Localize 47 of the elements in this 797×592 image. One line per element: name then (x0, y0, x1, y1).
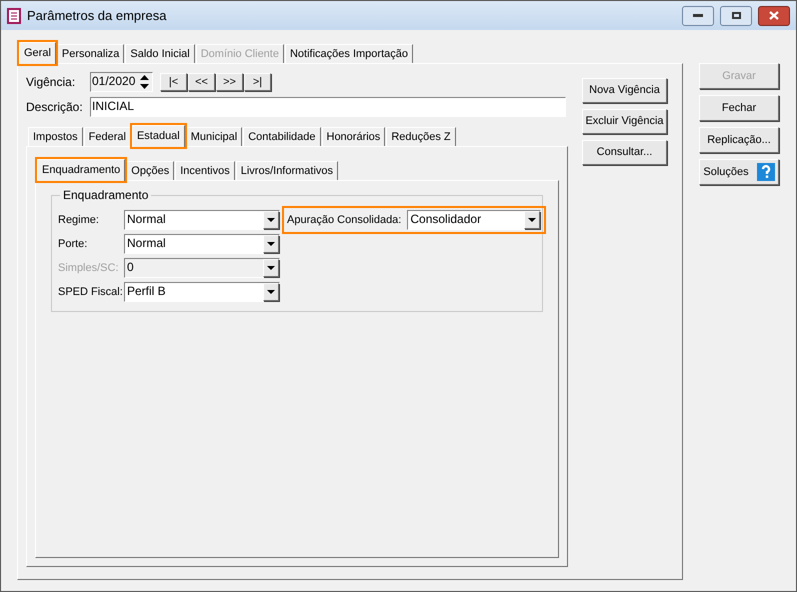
document-icon (7, 8, 21, 24)
dropdown-field[interactable]: Normal (124, 210, 280, 230)
close-button[interactable] (758, 6, 790, 26)
tab[interactable]: Federal (84, 127, 131, 146)
vigencia-label: Vigência: (26, 74, 76, 91)
descricao-label: Descrição: (26, 99, 84, 116)
vigencia-button[interactable]: Consultar... (582, 140, 667, 165)
navigation-button[interactable]: >| (244, 73, 271, 91)
tab[interactable]: Impostos (28, 127, 83, 146)
navigation-button[interactable]: |< (160, 73, 187, 91)
action-button[interactable]: Replicação... (699, 127, 779, 153)
field-label: Porte: (58, 236, 88, 252)
solutions-button[interactable]: Soluções (699, 159, 779, 185)
tab[interactable]: Honorários (322, 127, 386, 146)
navigation-button[interactable]: << (188, 73, 215, 91)
description-field[interactable]: INICIAL (90, 97, 566, 117)
vigencia-button[interactable]: Nova Vigência (582, 78, 667, 103)
minimize-button[interactable] (682, 6, 714, 26)
window-title: Parâmetros da empresa (27, 6, 168, 25)
action-button[interactable]: Fechar (699, 95, 779, 121)
tab[interactable]: Geral (19, 42, 56, 64)
field-label: Apuração Consolidada: (287, 212, 402, 228)
tab[interactable]: Opções (126, 161, 174, 180)
tab[interactable]: Enquadramento (37, 159, 126, 181)
dropdown-field[interactable]: Consolidador (407, 210, 542, 230)
field-label: Regime: (58, 212, 100, 228)
tab[interactable]: Reduções Z (386, 127, 456, 146)
tab[interactable]: Incentivos (175, 161, 235, 180)
tab[interactable]: Livros/Informativos (236, 161, 338, 180)
tab[interactable]: Saldo Inicial (125, 44, 195, 63)
dropdown-field[interactable]: Normal (124, 234, 280, 254)
spinner-icon[interactable] (137, 73, 152, 91)
field-label: Simples/SC: (58, 260, 120, 276)
maximize-button[interactable] (720, 6, 752, 26)
group-title: Enquadramento (60, 188, 152, 202)
tab[interactable]: Municipal (186, 127, 242, 146)
period-field[interactable]: 01/2020 (90, 72, 153, 92)
tab[interactable]: Notificações Importação (284, 44, 413, 63)
navigation-button[interactable]: >> (216, 73, 243, 91)
dropdown-field[interactable]: Perfil B (124, 282, 280, 302)
vigencia-button[interactable]: Excluir Vigência (582, 109, 667, 134)
close-icon (769, 11, 779, 20)
tab[interactable]: Personaliza (56, 44, 124, 63)
tab[interactable]: Estadual (132, 125, 185, 147)
tab[interactable]: Contabilidade (243, 127, 320, 146)
field-label: SPED Fiscal: (58, 284, 124, 300)
help-icon (756, 163, 775, 181)
